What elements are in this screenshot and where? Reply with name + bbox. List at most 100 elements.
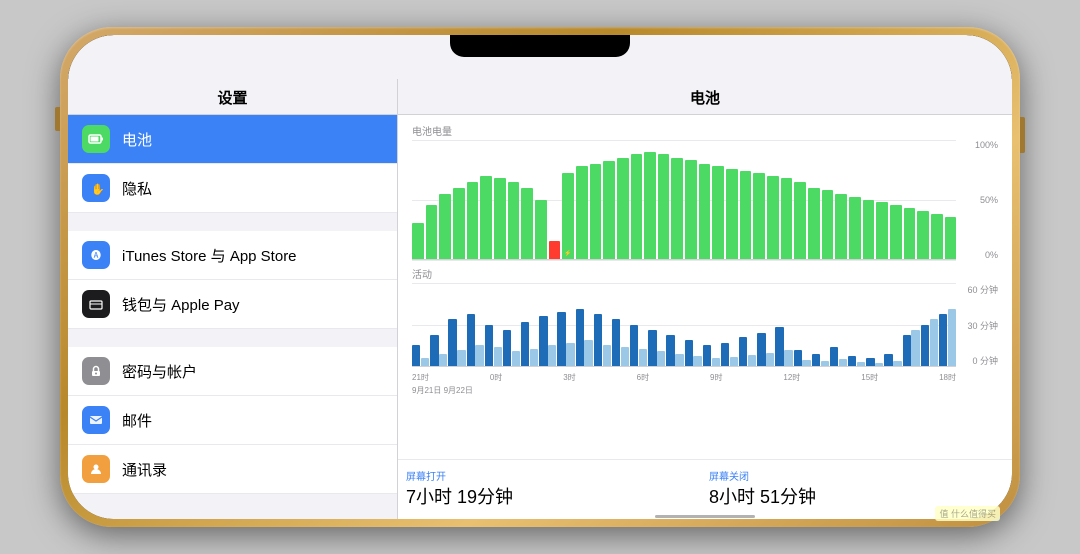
menu-item-wallet[interactable]: 钱包与 Apple Pay xyxy=(68,280,397,329)
activity-bar-group-0 xyxy=(412,283,429,366)
activity-bar-group-9 xyxy=(576,283,593,366)
battery-bar-30 xyxy=(822,190,834,259)
battery-bar-11 xyxy=(562,173,574,259)
activity-bar-light-3 xyxy=(475,345,483,366)
grid-label-0: 0% xyxy=(960,250,998,260)
activity-bar-dark-29 xyxy=(939,314,947,366)
activity-bar-light-20 xyxy=(784,350,792,366)
activity-bar-light-29 xyxy=(948,309,956,366)
battery-bar-18 xyxy=(658,154,670,259)
menu-item-password[interactable]: 密码与帐户 xyxy=(68,347,397,396)
activity-bar-light-26 xyxy=(893,361,901,366)
screen-on-summary: 屏幕打开 7小时 19分钟 xyxy=(402,466,705,511)
activity-bar-light-7 xyxy=(548,345,556,366)
battery-bar-0 xyxy=(412,223,424,259)
activity-bar-dark-12 xyxy=(630,325,638,367)
x-label-2: 3时 xyxy=(563,372,575,383)
activity-bar-dark-18 xyxy=(739,337,747,366)
screen-off-summary: 屏幕关闭 8小时 51分钟 xyxy=(705,466,1008,511)
menu-item-mail[interactable]: 邮件 xyxy=(68,396,397,445)
notch xyxy=(450,35,630,57)
battery-detail-panel: 电池 电池电量 xyxy=(398,79,1012,519)
x-label-6: 15时 xyxy=(861,372,878,383)
battery-bar-38 xyxy=(931,214,943,259)
battery-bar-39 xyxy=(945,217,957,259)
battery-bar-16 xyxy=(631,154,643,259)
itunes-label: iTunes Store 与 App Store xyxy=(122,245,297,266)
battery-bar-23 xyxy=(726,169,738,259)
activity-bar-dark-3 xyxy=(467,314,475,366)
activity-bar-light-15 xyxy=(693,356,701,366)
mail-icon xyxy=(82,406,110,434)
battery-bar-29 xyxy=(808,188,820,259)
battery-bar-5 xyxy=(480,176,492,259)
activity-bar-light-0 xyxy=(421,358,429,366)
activity-bar-light-2 xyxy=(457,350,465,366)
home-indicator-area xyxy=(398,515,1012,519)
activity-bar-light-18 xyxy=(748,355,756,366)
privacy-icon: ✋ xyxy=(82,174,110,202)
home-indicator xyxy=(655,515,755,518)
menu-item-privacy[interactable]: ✋ 隐私 xyxy=(68,164,397,213)
activity-bar-group-16 xyxy=(703,283,720,366)
menu-spacer-2 xyxy=(68,329,397,347)
activity-bar-dark-17 xyxy=(721,343,729,366)
settings-header: 设置 xyxy=(68,79,397,115)
battery-bar-31 xyxy=(835,194,847,259)
screen-on-title: 屏幕打开 xyxy=(406,468,701,483)
battery-bar-33 xyxy=(863,200,875,260)
activity-bar-dark-9 xyxy=(576,309,584,366)
activity-bar-light-17 xyxy=(730,357,738,366)
activity-bar-dark-24 xyxy=(848,356,856,366)
activity-bar-light-16 xyxy=(712,358,720,366)
date-labels: 9月21日 9月22日 xyxy=(412,385,998,396)
activity-bar-group-21 xyxy=(794,283,811,366)
activity-bar-light-9 xyxy=(584,340,592,366)
activity-bar-light-24 xyxy=(857,362,865,366)
activity-chart: 21时0时3时6时9时12时15时18时 60 分钟 30 分钟 0 分钟 xyxy=(412,283,998,383)
activity-bar-group-24 xyxy=(848,283,865,366)
svg-text:🅐: 🅐 xyxy=(91,250,101,262)
ios-screen: 设置 电池 xyxy=(68,35,1012,519)
password-icon xyxy=(82,357,110,385)
activity-bar-dark-16 xyxy=(703,345,711,366)
act-label-30: 30 分钟 xyxy=(960,319,998,332)
battery-bar-34 xyxy=(876,202,888,259)
activity-bar-dark-28 xyxy=(921,325,929,367)
grid-label-50: 50% xyxy=(960,195,998,205)
grid-line-0 xyxy=(412,260,956,261)
activity-bar-light-8 xyxy=(566,343,574,366)
battery-bar-2 xyxy=(439,194,451,259)
mail-label: 邮件 xyxy=(122,410,152,431)
menu-spacer-1 xyxy=(68,213,397,231)
power-button xyxy=(1020,117,1025,153)
activity-bar-dark-5 xyxy=(503,330,511,366)
menu-item-itunes[interactable]: 🅐 iTunes Store 与 App Store xyxy=(68,231,397,280)
battery-bar-21 xyxy=(699,164,711,259)
activity-bar-light-23 xyxy=(839,359,847,366)
menu-item-contacts[interactable]: 通讯录 xyxy=(68,445,397,494)
content-area: 设置 电池 xyxy=(68,79,1012,519)
battery-bar-15 xyxy=(617,158,629,259)
battery-bar-28 xyxy=(794,182,806,259)
activity-bar-light-5 xyxy=(512,351,520,366)
battery-bar-14 xyxy=(603,161,615,259)
menu-list: 电池 ✋ 隐私 xyxy=(68,115,397,519)
activity-bar-light-13 xyxy=(657,351,665,366)
activity-bar-light-10 xyxy=(603,345,611,366)
phone-screen: 设置 电池 xyxy=(68,35,1012,519)
x-label-1: 0时 xyxy=(490,372,502,383)
battery-icon xyxy=(82,125,110,153)
battery-detail-header: 电池 xyxy=(398,79,1012,115)
menu-item-battery[interactable]: 电池 xyxy=(68,115,397,164)
act-label-0: 0 分钟 xyxy=(960,354,998,367)
activity-bar-dark-10 xyxy=(594,314,602,366)
activity-grid-right: 60 分钟 30 分钟 0 分钟 xyxy=(960,283,998,367)
activity-chart-label: 活动 xyxy=(412,266,998,281)
battery-bars xyxy=(412,140,956,260)
activity-bar-light-6 xyxy=(530,349,538,366)
activity-section: 活动 21时0时3时6时9时12时15时18时 60 分钟 xyxy=(412,266,998,396)
activity-bar-group-11 xyxy=(612,283,629,366)
activity-bar-group-8 xyxy=(557,283,574,366)
activity-bar-light-27 xyxy=(911,330,919,366)
